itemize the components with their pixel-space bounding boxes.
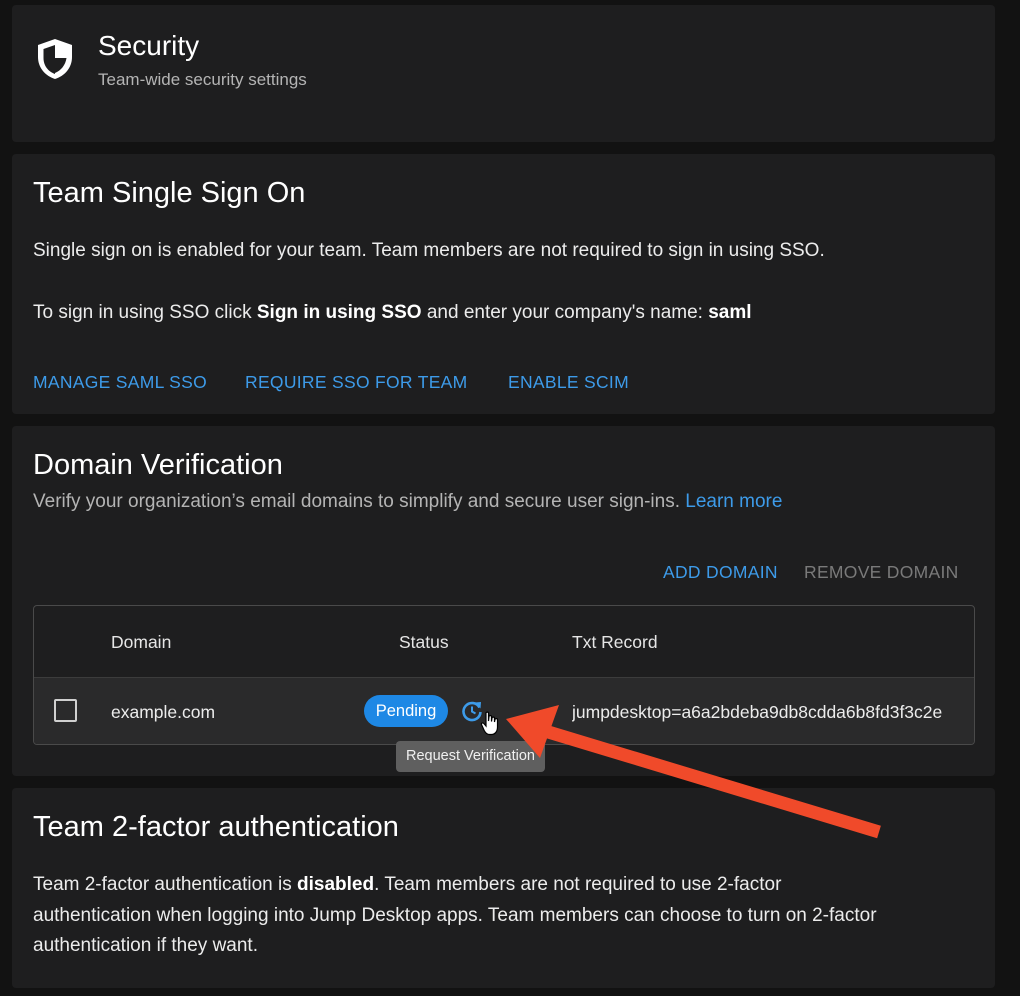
sso-instruction-bold: Sign in using SSO [256, 302, 422, 323]
status-badge: Pending [364, 695, 448, 727]
two-factor-line-1-prefix: Team 2-factor authentication is [33, 874, 298, 895]
sso-instruction-middle: and enter your company's name: [421, 302, 709, 323]
domain-table: Domain Status Txt Record example.com Pen… [33, 605, 975, 745]
domain-table-header: Domain Status Txt Record [34, 606, 974, 678]
domain-verification-card: Domain Verification Verify your organiza… [12, 426, 995, 776]
domain-name-cell: example.com [111, 702, 216, 722]
enable-scim-button[interactable]: ENABLE SCIM [508, 372, 629, 393]
page-title: Security [98, 30, 200, 61]
sso-title: Team Single Sign On [33, 177, 306, 209]
two-factor-line-2: authentication when logging into Jump De… [33, 905, 877, 926]
learn-more-link[interactable]: Learn more [685, 491, 782, 512]
two-factor-line-1: Team 2-factor authentication is disabled… [33, 874, 781, 896]
column-header-domain[interactable]: Domain [111, 632, 171, 653]
column-header-status[interactable]: Status [399, 632, 449, 653]
shield-icon [38, 39, 72, 79]
request-verification-tooltip: Request Verification [396, 741, 545, 772]
security-settings-page: Security Team-wide security settings Tea… [0, 0, 1020, 996]
sso-card: Team Single Sign On Single sign on is en… [12, 154, 995, 414]
domain-title: Domain Verification [33, 449, 283, 481]
column-header-txt-record[interactable]: Txt Record [572, 632, 658, 653]
require-sso-button[interactable]: REQUIRE SSO FOR TEAM [245, 372, 468, 393]
manage-saml-sso-button[interactable]: MANAGE SAML SSO [33, 372, 207, 393]
add-domain-button[interactable]: ADD DOMAIN [663, 562, 778, 583]
hand-cursor-icon [480, 711, 499, 736]
sso-status-text: Single sign on is enabled for your team.… [33, 240, 825, 261]
two-factor-card: Team 2-factor authentication Team 2-fact… [12, 788, 995, 988]
txt-record-cell: jumpdesktop=a6a2bdeba9db8cdda6b8fd3f3c2e [572, 702, 943, 722]
sso-instruction-prefix: To sign in using SSO click [33, 302, 257, 323]
two-factor-title: Team 2-factor authentication [33, 811, 399, 843]
sso-company-name: saml [708, 302, 752, 323]
two-factor-line-3: authentication if they want. [33, 935, 258, 956]
row-select-checkbox[interactable] [54, 699, 77, 722]
security-header-card: Security Team-wide security settings [12, 5, 995, 142]
table-row[interactable]: example.com Pending jumpdesktop=a6a2bdeb… [34, 678, 974, 744]
sso-instruction: To sign in using SSO click Sign in using… [33, 302, 752, 324]
two-factor-line-1-suffix: . Team members are not required to use 2… [374, 874, 782, 895]
domain-description-text: Verify your organization’s email domains… [33, 491, 686, 512]
domain-description: Verify your organization’s email domains… [33, 491, 782, 513]
remove-domain-button[interactable]: REMOVE DOMAIN [804, 562, 959, 583]
page-subtitle: Team-wide security settings [98, 70, 307, 89]
two-factor-status: disabled [297, 874, 375, 895]
